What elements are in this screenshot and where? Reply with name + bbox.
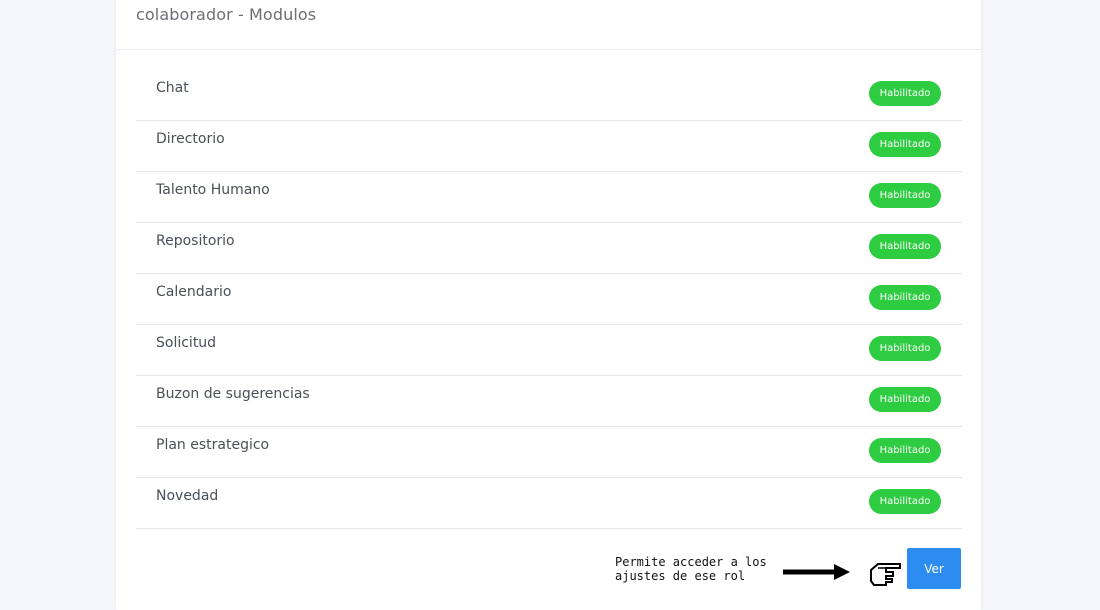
status-badge[interactable]: Habilitado — [869, 387, 941, 412]
module-name: Calendario — [156, 284, 232, 300]
card-title: colaborador - Modulos — [136, 5, 317, 24]
module-row: Solicitud Habilitado — [136, 325, 962, 376]
ver-button[interactable]: Ver — [907, 548, 961, 589]
module-name: Plan estrategico — [156, 437, 270, 453]
module-row: Calendario Habilitado — [136, 274, 962, 325]
module-row: Repositorio Habilitado — [136, 223, 962, 274]
module-name: Solicitud — [156, 335, 217, 351]
pointing-hand-icon — [870, 563, 901, 586]
annotation-line-1: Permite acceder a los — [615, 555, 767, 569]
module-row: Talento Humano Habilitado — [136, 172, 962, 223]
module-name: Chat — [156, 80, 189, 96]
module-name: Repositorio — [156, 233, 235, 249]
module-name: Talento Humano — [156, 182, 270, 198]
status-badge[interactable]: Habilitado — [869, 489, 941, 514]
modules-card: colaborador - Modulos Chat Habilitado Di… — [116, 0, 981, 610]
status-badge[interactable]: Habilitado — [869, 234, 941, 259]
module-list: Chat Habilitado Directorio Habilitado Ta… — [136, 70, 962, 529]
module-row: Novedad Habilitado — [136, 478, 962, 529]
module-row: Plan estrategico Habilitado — [136, 427, 962, 478]
status-badge[interactable]: Habilitado — [869, 336, 941, 361]
status-badge[interactable]: Habilitado — [869, 183, 941, 208]
status-badge[interactable]: Habilitado — [869, 132, 941, 157]
module-row: Directorio Habilitado — [136, 121, 962, 172]
module-row: Buzon de sugerencias Habilitado — [136, 376, 962, 427]
status-badge[interactable]: Habilitado — [869, 81, 941, 106]
module-name: Directorio — [156, 131, 225, 147]
card-header: colaborador - Modulos — [116, 0, 981, 50]
module-name: Buzon de sugerencias — [156, 386, 310, 402]
status-badge[interactable]: Habilitado — [869, 285, 941, 310]
annotation-note: Permite acceder a los ajustes de ese rol — [615, 555, 767, 583]
right-arrow-icon — [783, 564, 850, 580]
annotation-line-2: ajustes de ese rol — [615, 569, 746, 583]
module-name: Novedad — [156, 488, 219, 504]
module-row: Chat Habilitado — [136, 70, 962, 121]
status-badge[interactable]: Habilitado — [869, 438, 941, 463]
